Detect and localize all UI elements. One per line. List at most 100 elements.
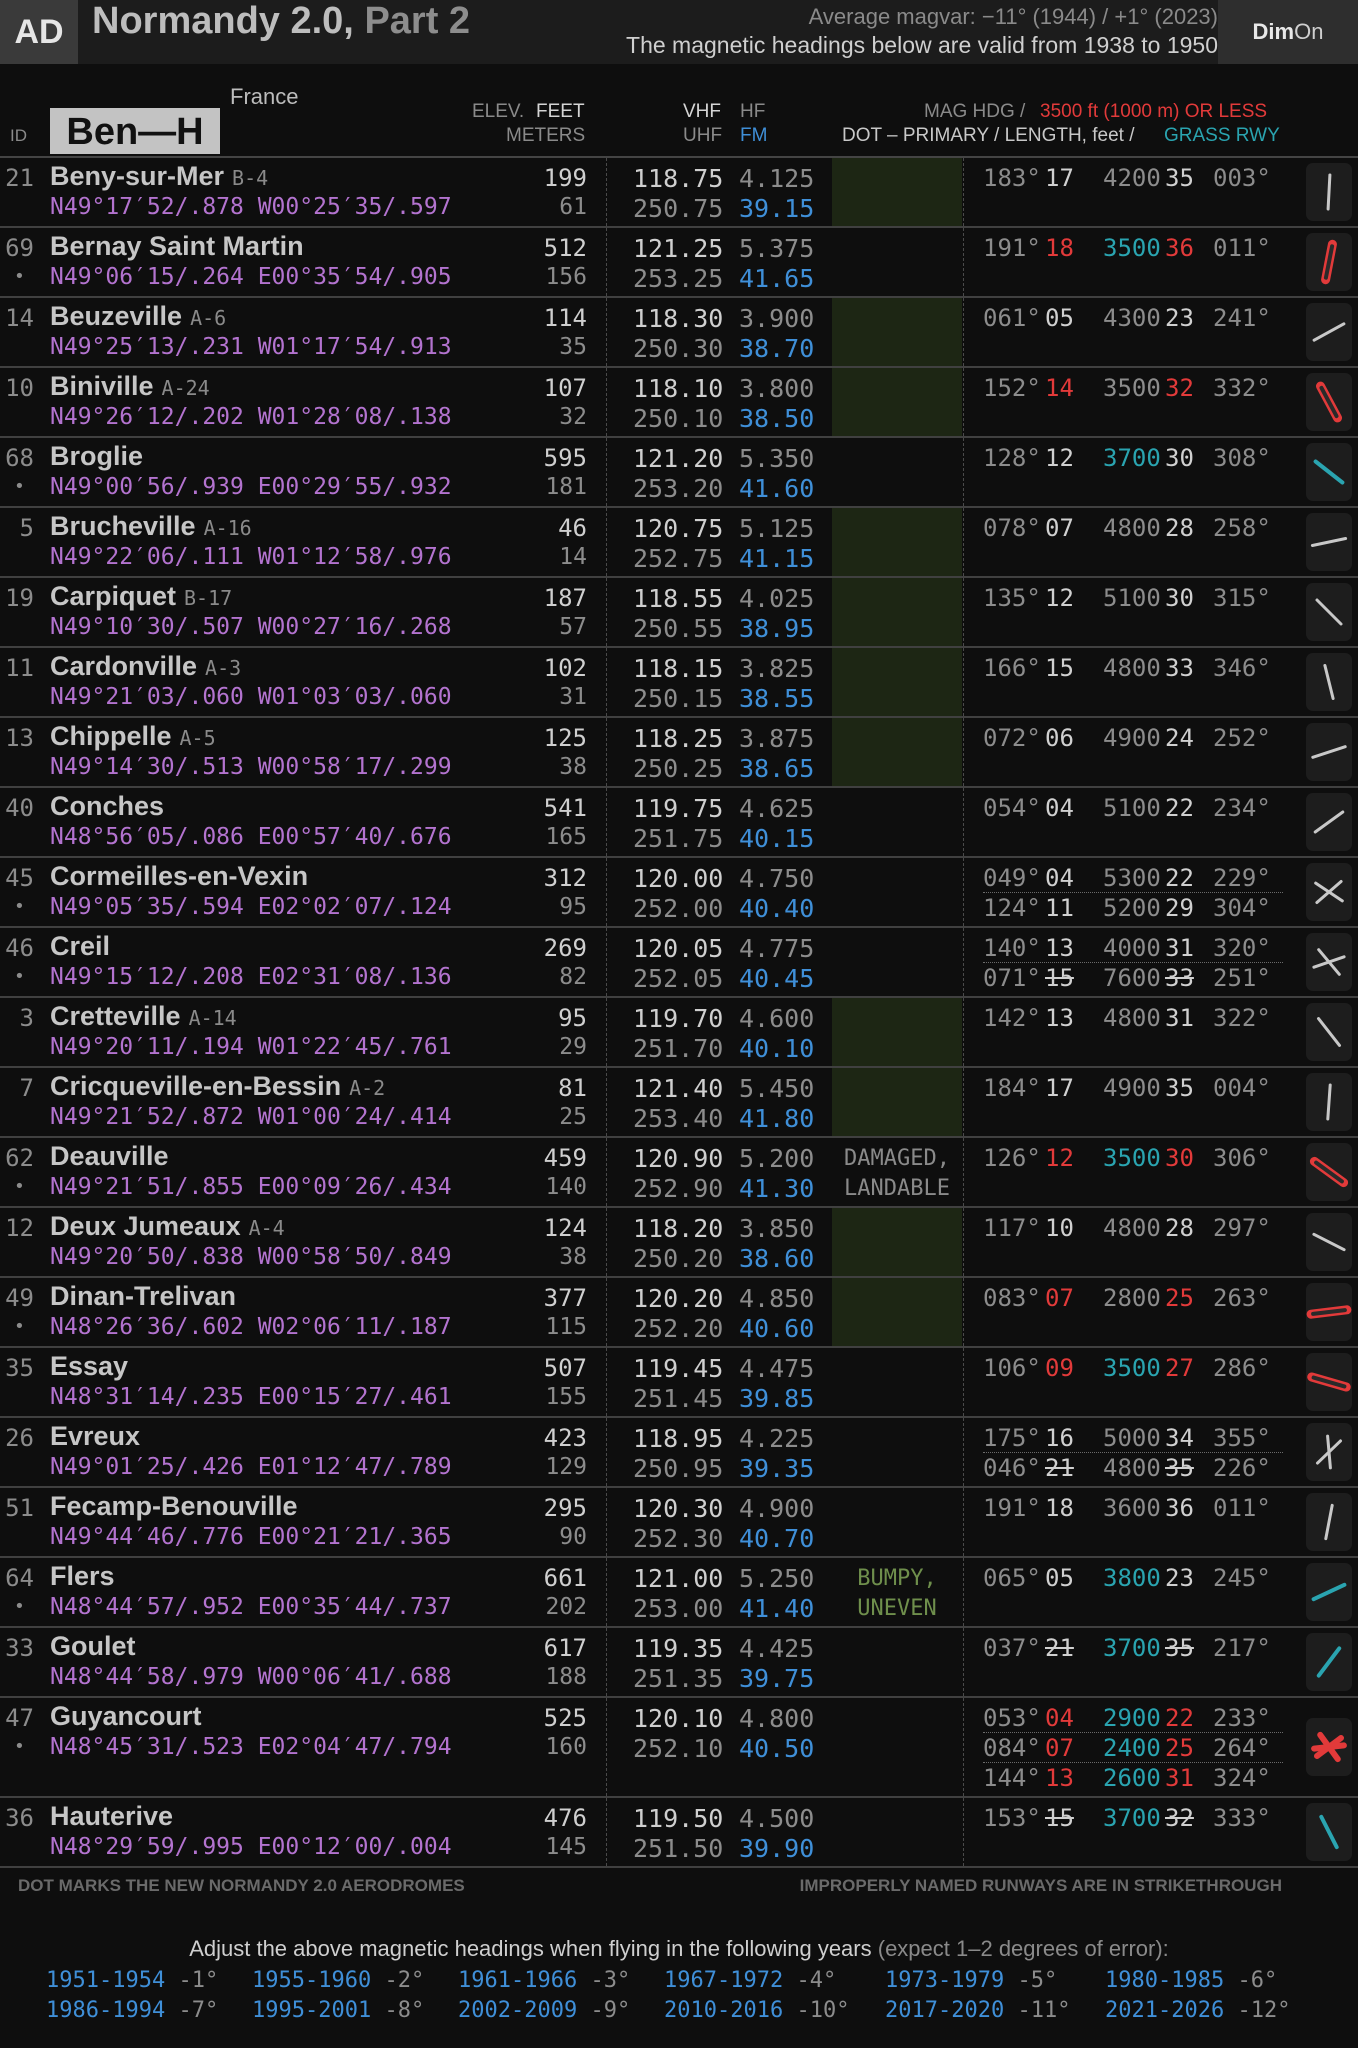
column-divider <box>963 718 964 786</box>
column-divider <box>606 928 607 996</box>
aerodrome-name: Flers <box>50 1561 115 1592</box>
table-row[interactable]: 3 Cretteville A-14 N49°20′11/.194 W01°22′45… <box>0 998 1358 1068</box>
elevation-feet: 423 <box>543 1424 587 1452</box>
aerodrome-name-text: Dinan-Trelivan <box>50 1281 237 1311</box>
dim-toggle-button[interactable]: DimOn <box>1218 0 1358 64</box>
aerodrome-name-text: Biniville <box>50 371 154 401</box>
table-row[interactable]: 49 • Dinan-Trelivan N48°26′36/.602 W02°06′1… <box>0 1278 1358 1348</box>
fm-frequency: 41.40 <box>739 1594 815 1623</box>
aerodrome-id: 69 <box>5 234 34 262</box>
table-row[interactable]: 21 Beny-sur-Mer B-4 N49°17′52/.878 W00°25′3… <box>0 158 1358 228</box>
column-divider <box>963 1068 964 1136</box>
new-aerodrome-dot: • <box>14 896 25 917</box>
runway-line: 166° 15 4800 33 346° <box>983 654 1283 682</box>
correction-years: 1986-1994 <box>46 1998 166 2023</box>
table-row[interactable]: 10 Biniville A-24 N49°26′12/.202 W01°28′08/… <box>0 368 1358 438</box>
table-row[interactable]: 5 Brucheville A-16 N49°22′06/.111 W01°12′58… <box>0 508 1358 578</box>
correction-years: 2021-2026 <box>1105 1998 1225 2023</box>
runway-heading: 106° <box>983 1354 1041 1382</box>
aerodrome-code: A-14 <box>188 1006 237 1030</box>
table-row[interactable]: 35 Essay N48°31′14/.235 E00°15′27/.461 507 1… <box>0 1348 1358 1418</box>
table-row[interactable]: 36 Hauterive N48°29′59/.995 E00°12′00/.004… <box>0 1798 1358 1868</box>
status-note: DAMAGED, LANDABLE <box>844 1146 950 1201</box>
column-divider <box>606 1488 607 1556</box>
status-box <box>832 438 962 506</box>
table-row[interactable]: 68 • Broglie N49°00′56/.939 E00°29′55/.932 5… <box>0 438 1358 508</box>
table-row[interactable]: 13 Chippelle A-5 N49°14′30/.513 W00°58′17/.… <box>0 718 1358 788</box>
aerodrome-name: Fecamp-Benouville <box>50 1491 298 1522</box>
table-row[interactable]: 40 Conches N48°56′05/.086 E00°57′40/.676 54… <box>0 788 1358 858</box>
vhf-frequency: 118.20 <box>633 1214 724 1243</box>
aerodrome-name-text: Flers <box>50 1561 115 1591</box>
aerodrome-coordinates: N49°22′06/.111 W01°12′58/.976 <box>50 544 452 570</box>
table-row[interactable]: 11 Cardonville A-3 N49°21′03/.060 W01°03′03… <box>0 648 1358 718</box>
runway-number: 17 <box>1045 1074 1074 1102</box>
runway-heading: 251° <box>1213 964 1271 992</box>
runway-heading: 037° <box>983 1634 1041 1662</box>
table-row[interactable]: 26 Evreux N49°01′25/.426 E01°12′47/.789 423… <box>0 1418 1358 1488</box>
runway-number: 21 <box>1045 1634 1074 1662</box>
table-row[interactable]: 47 • Guyancourt N48°45′31/.523 E02°04′47/.7… <box>0 1698 1358 1798</box>
elevation-meters: 25 <box>559 1104 587 1130</box>
column-divider <box>606 648 607 716</box>
magvar-average: Average magvar: −11° (1944) / +1° (2023) <box>808 4 1218 29</box>
runway-number: 32 <box>1165 1804 1194 1832</box>
runway-line: 053° 04 2900 22 233° <box>983 1704 1283 1733</box>
table-row[interactable]: 33 Goulet N48°44′58/.979 W00°06′41/.688 617… <box>0 1628 1358 1698</box>
correction-entry: 2002-2009 -9° <box>458 1998 630 2023</box>
runway-number: 14 <box>1045 374 1074 402</box>
runway-length: 4300 <box>1103 304 1161 332</box>
hf-frequency: 4.125 <box>739 164 815 193</box>
hf-frequency: 3.825 <box>739 654 815 683</box>
column-divider <box>963 1698 964 1796</box>
elevation-feet: 476 <box>543 1804 587 1832</box>
rw-straight-icon <box>1306 723 1352 781</box>
aerodrome-name: Beuzeville A-6 <box>50 301 226 332</box>
fm-frequency: 41.65 <box>739 264 815 293</box>
uhf-frequency: 251.70 <box>633 1034 724 1063</box>
table-row[interactable]: 69 • Bernay Saint Martin N49°06′15/.264 E00… <box>0 228 1358 298</box>
table-row[interactable]: 7 Cricqueville-en-Bessin A-2 N49°21′52/.872… <box>0 1068 1358 1138</box>
magvar-validity: The magnetic headings below are valid fr… <box>626 32 1218 58</box>
table-row[interactable]: 46 • Creil N49°15′12/.208 E02°31′08/.136 269… <box>0 928 1358 998</box>
table-row[interactable]: 14 Beuzeville A-6 N49°25′13/.231 W01°17′54/… <box>0 298 1358 368</box>
adjust-heading: Adjust the above magnetic headings when … <box>189 1936 872 1961</box>
new-aerodrome-dot: • <box>14 476 25 497</box>
dot-note: DOT MARKS THE NEW NORMANDY 2.0 AERODROME… <box>18 1876 465 1895</box>
elevation-feet: 199 <box>543 164 587 192</box>
rw-short-icon <box>1306 1283 1352 1341</box>
rw-straight-icon <box>1306 1213 1352 1271</box>
correction-years: 2017-2020 <box>885 1998 1005 2023</box>
new-aerodrome-dot: • <box>14 1736 25 1757</box>
fm-frequency: 39.35 <box>739 1454 815 1483</box>
table-row[interactable]: 45 • Cormeilles-en-Vexin N49°05′35/.594 E02… <box>0 858 1358 928</box>
elevation-feet: 269 <box>543 934 587 962</box>
runway-heading: 332° <box>1213 374 1271 402</box>
aerodrome-name: Guyancourt <box>50 1701 202 1732</box>
aerodrome-code: A-4 <box>248 1216 285 1240</box>
table-row[interactable]: 19 Carpiquet B-17 N49°10′30/.507 W00°27′16/… <box>0 578 1358 648</box>
elevation-feet: 81 <box>558 1074 587 1102</box>
vhf-frequency: 118.10 <box>633 374 724 403</box>
aerodrome-name: Biniville A-24 <box>50 371 210 402</box>
elevation-feet: 102 <box>543 654 587 682</box>
table-row[interactable]: 62 • Deauville N49°21′51/.855 E00°09′26/.43… <box>0 1138 1358 1208</box>
aerodrome-id: 68 <box>5 444 34 472</box>
column-divider <box>606 1558 607 1626</box>
elevation-meters: 145 <box>545 1834 587 1860</box>
uhf-frequency: 250.30 <box>633 334 724 363</box>
aerodrome-coordinates: N49°01′25/.426 E01°12′47/.789 <box>50 1454 452 1480</box>
runway-number: 34 <box>1165 1424 1194 1452</box>
runway-number: 29 <box>1165 894 1194 922</box>
correction-years: 1995-2001 <box>252 1998 372 2023</box>
elevation-meters: 188 <box>545 1664 587 1690</box>
runway-length: 2600 <box>1103 1764 1161 1792</box>
correction-entry: 2017-2020 -11° <box>885 1998 1070 2023</box>
table-row[interactable]: 12 Deux Jumeaux A-4 N49°20′50/.838 W00°58′5… <box>0 1208 1358 1278</box>
table-row[interactable]: 64 • Flers N48°44′57/.952 E00°35′44/.737 661… <box>0 1558 1358 1628</box>
uhf-frequency: 253.20 <box>633 474 724 503</box>
fm-frequency: 38.60 <box>739 1244 815 1273</box>
aerodrome-name-text: Beny-sur-Mer <box>50 161 225 191</box>
table-row[interactable]: 51 Fecamp-Benouville N49°44′46/.776 E00°21… <box>0 1488 1358 1558</box>
runway-heading: 135° <box>983 584 1041 612</box>
